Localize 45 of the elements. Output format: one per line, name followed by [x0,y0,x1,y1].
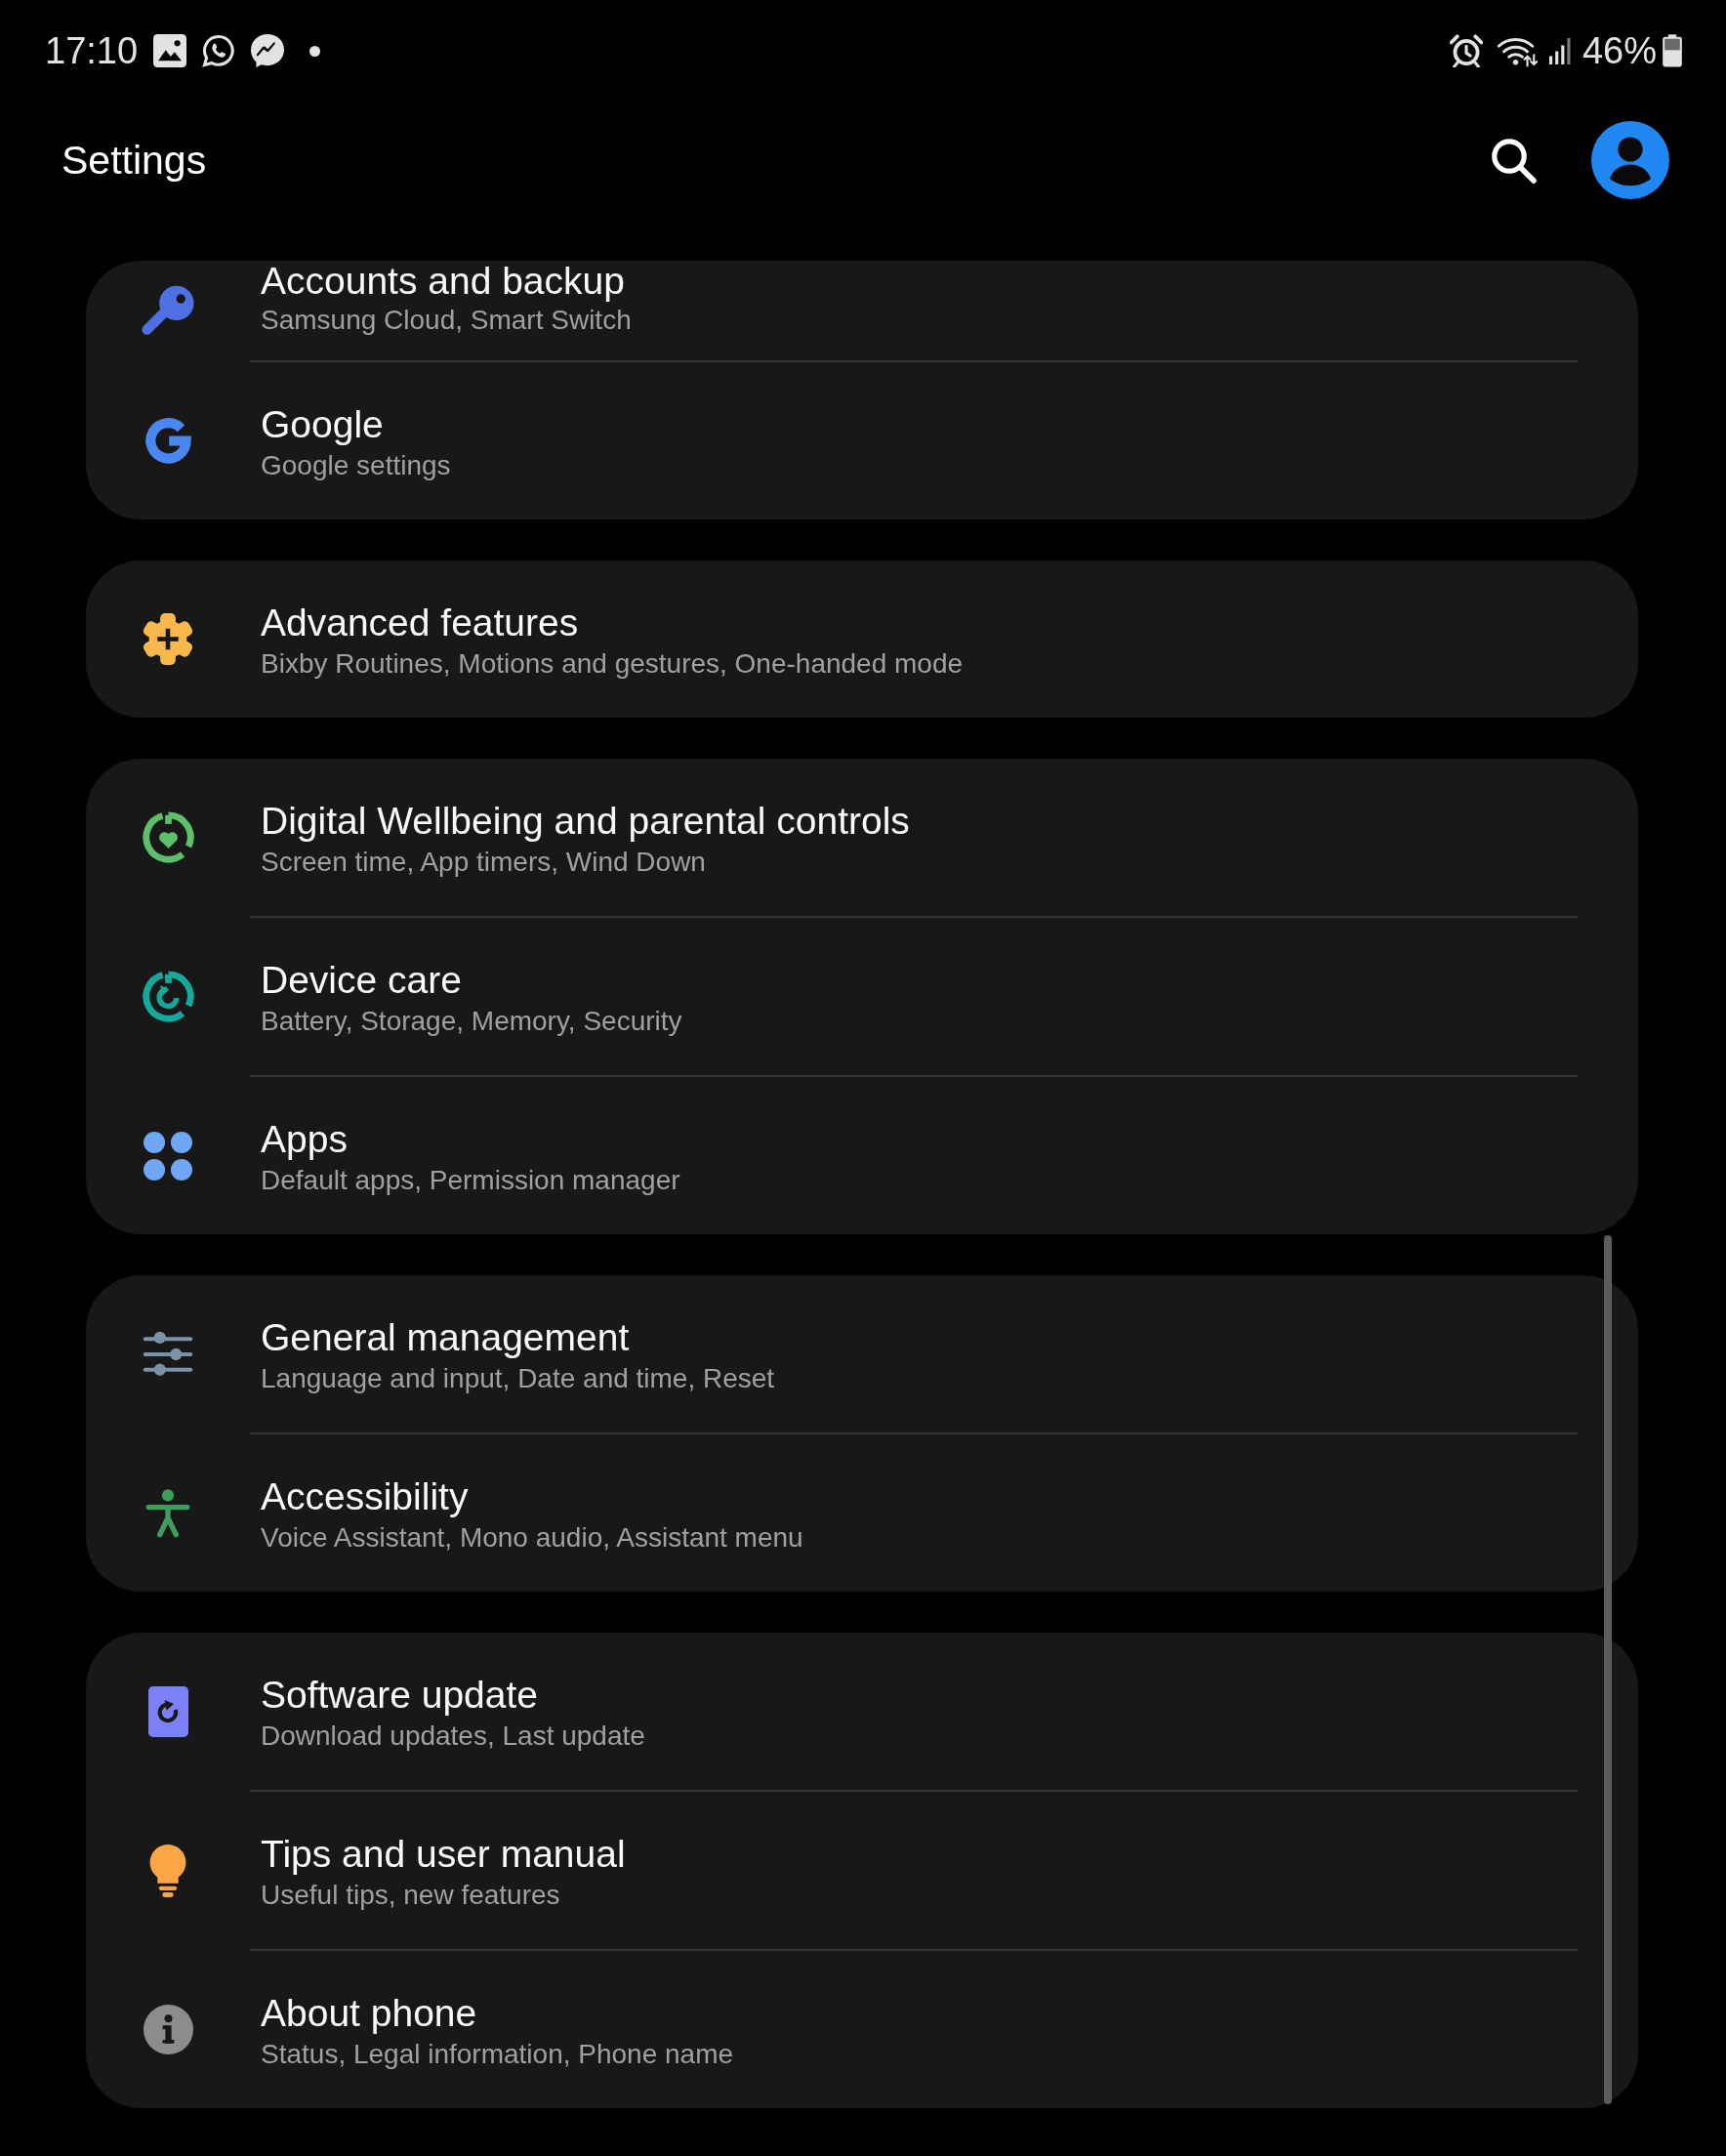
setting-title[interactable]: General management [261,1314,630,1360]
setting-title[interactable]: Google [261,401,384,447]
phone-bubble-icon [202,34,236,67]
setting-summary: Default apps, Permission manager [261,1163,680,1197]
refresh-ring-icon [142,971,194,1022]
gear-plus-icon [143,613,193,665]
sliders-icon [143,1330,193,1378]
setting-summary: Bixby Routines, Motions and gestures, One-handed mode [261,646,964,681]
setting-title[interactable]: Device care [261,957,462,1003]
battery-percentage: 46% [1582,29,1657,72]
four-dots-icon [144,1131,192,1181]
setting-summary: Samsung Cloud, Smart Switch [261,304,632,337]
setting-summary: Google settings [261,448,451,482]
search-icon[interactable] [1490,137,1537,184]
setting-summary: Battery, Storage, Memory, Security [261,1004,682,1038]
setting-summary: Download updates, Last update [261,1719,645,1753]
setting-title[interactable]: Digital Wellbeing and parental controls [261,798,910,844]
alarm-icon [1449,34,1483,67]
account-icon[interactable] [1591,121,1669,199]
setting-summary: Useful tips, new features [261,1878,560,1912]
lightning-bubble-icon [251,34,285,67]
setting-title[interactable]: Accounts and backup [261,261,625,302]
letter-g-icon [144,418,191,464]
setting-title[interactable]: About phone [261,1990,477,2036]
setting-title[interactable]: Tips and user manual [261,1831,626,1877]
setting-summary: Screen time, App timers, Wind Down [261,845,706,879]
setting-summary: Voice Assistant, Mono audio, Assistant menu [261,1520,803,1555]
setting-title[interactable]: Software update [261,1672,539,1718]
setting-title[interactable]: Advanced features [261,600,579,645]
key-icon [141,283,195,338]
refresh-document-icon [147,1685,188,1737]
heart-ring-icon [142,811,194,863]
status-time: 17:10 [45,29,139,72]
setting-title[interactable]: Accessibility [261,1473,469,1519]
lightbulb-icon [148,1844,187,1897]
person-icon [145,1488,190,1538]
page-title: Settings [62,137,207,185]
image-icon [153,34,187,67]
battery-icon [1663,34,1682,67]
info-icon [143,2005,193,2054]
dot-icon [309,45,321,57]
setting-title[interactable]: Apps [261,1116,348,1162]
signal-icon [1548,37,1571,64]
setting-summary: Language and input, Date and time, Reset [261,1361,775,1395]
setting-summary: Status, Legal information, Phone name [261,2037,734,2071]
